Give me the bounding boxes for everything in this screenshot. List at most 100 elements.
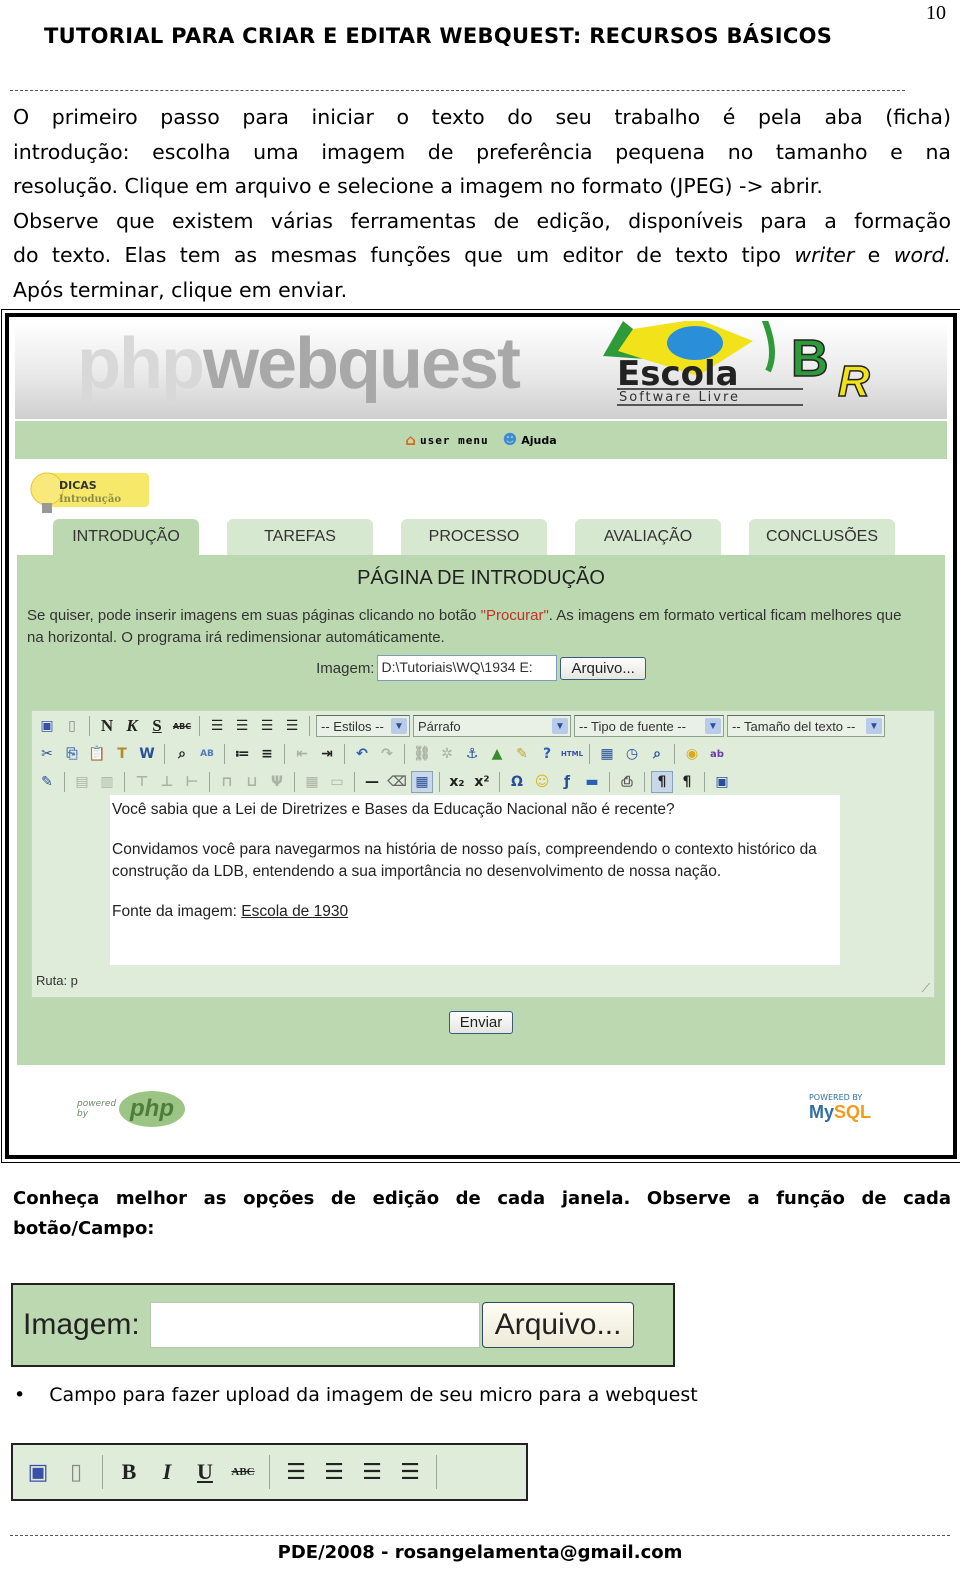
- image-path-input[interactable]: D:\Tutoriais\WQ\1934 E:: [377, 655, 558, 681]
- insert-col-after-icon[interactable]: ⊔: [241, 771, 263, 793]
- editor-content-area[interactable]: Você sabia que a Lei de Diretrizes e Bas…: [110, 795, 840, 965]
- format-select[interactable]: Párrafo ▼: [413, 715, 571, 737]
- tab-conclusoes[interactable]: CONCLUSÕES: [749, 519, 895, 555]
- tab-processo[interactable]: PROCESSO: [401, 519, 547, 555]
- intro-text: do texto. Elas tem as mesmas funções que…: [13, 243, 795, 267]
- select-value: -- Estilos --: [321, 718, 384, 734]
- ltr-icon[interactable]: ¶: [651, 771, 673, 793]
- insert-row-after-icon[interactable]: ⊥: [156, 771, 178, 793]
- image-path-input[interactable]: [149, 1302, 480, 1348]
- superscript-icon[interactable]: x²: [471, 771, 493, 793]
- paste-icon[interactable]: 📋: [86, 743, 108, 765]
- save-icon[interactable]: ▣: [23, 1457, 53, 1487]
- tips-badge[interactable]: DICAS Introdução: [29, 467, 149, 519]
- tab-tarefas[interactable]: TAREFAS: [227, 519, 373, 555]
- eraser-icon[interactable]: ⌫: [386, 771, 408, 793]
- table-edit-icon[interactable]: ✎: [36, 771, 58, 793]
- intro-panel: PÁGINA DE INTRODUÇÃO Se quiser, pode ins…: [17, 555, 945, 1065]
- split-cells-icon[interactable]: ▦: [301, 771, 323, 793]
- toolbar-separator: [436, 1455, 437, 1489]
- save-icon[interactable]: ▣: [36, 715, 58, 737]
- subscript-icon[interactable]: x₂: [446, 771, 468, 793]
- strikethrough-button[interactable]: ABC: [171, 715, 193, 737]
- copy-icon[interactable]: ⎘: [61, 743, 83, 765]
- strikethrough-button[interactable]: ABC: [228, 1457, 258, 1487]
- spellcheck-icon[interactable]: ab: [706, 743, 728, 765]
- insert-row-before-icon[interactable]: ⊤: [131, 771, 153, 793]
- outdent-icon[interactable]: ⇤: [291, 743, 313, 765]
- cleanup-icon[interactable]: ✎: [511, 743, 533, 765]
- align-right-icon[interactable]: ☰: [256, 715, 278, 737]
- horizontal-rule-icon[interactable]: —: [361, 771, 383, 793]
- footer-divider: [10, 1535, 950, 1536]
- numbered-list-icon[interactable]: ≡: [256, 743, 278, 765]
- new-document-icon[interactable]: ▯: [61, 1457, 91, 1487]
- align-left-icon[interactable]: ☰: [206, 715, 228, 737]
- delete-row-icon[interactable]: ⊢: [181, 771, 203, 793]
- bold-button[interactable]: N: [96, 715, 118, 737]
- new-document-icon[interactable]: ▯: [61, 715, 83, 737]
- rtl-icon[interactable]: ¶: [676, 771, 698, 793]
- image-icon[interactable]: ▲: [486, 743, 508, 765]
- user-menu-link[interactable]: ⌂ user menu: [405, 431, 488, 449]
- chevron-down-icon: ▼: [552, 718, 568, 734]
- cut-icon[interactable]: ✂: [36, 743, 58, 765]
- insert-col-before-icon[interactable]: ⊓: [216, 771, 238, 793]
- align-center-icon[interactable]: ☰: [319, 1457, 349, 1487]
- insert-table-icon[interactable]: ▦: [411, 771, 433, 793]
- fullscreen-icon[interactable]: ▣: [711, 771, 733, 793]
- italic-button[interactable]: I: [152, 1457, 182, 1487]
- submit-button[interactable]: Enviar: [448, 1011, 514, 1034]
- special-char-icon[interactable]: Ω: [506, 771, 528, 793]
- replace-icon[interactable]: AB: [196, 743, 218, 765]
- resize-grip-icon[interactable]: ⟋: [922, 981, 930, 996]
- help-text-part: Se quiser, pode inserir imagens em suas …: [27, 607, 481, 624]
- help-link[interactable]: ☻ Ajuda: [503, 432, 557, 448]
- html-source-icon[interactable]: HTML: [561, 743, 583, 765]
- insert-date-icon[interactable]: ▦: [596, 743, 618, 765]
- preview-icon[interactable]: ⌕: [646, 743, 668, 765]
- row-props-icon[interactable]: ▤: [71, 771, 93, 793]
- anchor-icon[interactable]: ⚓: [461, 743, 483, 765]
- file-browse-button[interactable]: Arquivo...: [481, 1302, 635, 1348]
- print-icon[interactable]: ⎙: [616, 771, 638, 793]
- underline-button[interactable]: S: [146, 715, 168, 737]
- italic-button[interactable]: K: [121, 715, 143, 737]
- font-family-select[interactable]: -- Tipo de fuente -- ▼: [574, 715, 724, 737]
- help-icon[interactable]: ?: [536, 743, 558, 765]
- redo-icon[interactable]: ↷: [376, 743, 398, 765]
- color-icon[interactable]: ◉: [681, 743, 703, 765]
- cell-props-icon[interactable]: ▥: [96, 771, 118, 793]
- paste-word-icon[interactable]: W: [136, 743, 158, 765]
- emoticon-icon[interactable]: ☺: [531, 771, 553, 793]
- bullet-icon: •: [14, 1384, 26, 1406]
- align-justify-icon[interactable]: ☰: [395, 1457, 425, 1487]
- mysql-my: My: [808, 1102, 834, 1122]
- tab-introducao[interactable]: INTRODUÇÃO: [53, 519, 199, 555]
- bullet-list-icon[interactable]: ≔: [231, 743, 253, 765]
- find-icon[interactable]: ⌕: [171, 743, 193, 765]
- image-source-link[interactable]: Escola de 1930: [241, 903, 348, 920]
- flash-icon[interactable]: ƒ: [556, 771, 578, 793]
- font-size-select[interactable]: -- Tamaño del texto -- ▼: [727, 715, 885, 737]
- align-left-icon[interactable]: ☰: [281, 1457, 311, 1487]
- indent-icon[interactable]: ⇥: [316, 743, 338, 765]
- paste-text-icon[interactable]: T: [111, 743, 133, 765]
- link-icon[interactable]: ⛓: [411, 743, 433, 765]
- media-icon[interactable]: ▬: [581, 771, 603, 793]
- underline-button[interactable]: U: [190, 1457, 220, 1487]
- styles-select[interactable]: -- Estilos -- ▼: [316, 715, 410, 737]
- file-browse-button[interactable]: Arquivo...: [560, 656, 646, 680]
- tab-avaliacao[interactable]: AVALIAÇÃO: [575, 519, 721, 555]
- merge-cells-icon[interactable]: ▭: [326, 771, 348, 793]
- bold-button[interactable]: B: [114, 1457, 144, 1487]
- align-center-icon[interactable]: ☰: [231, 715, 253, 737]
- powered-by-text: powered by: [77, 1099, 117, 1119]
- user-menu-label: user menu: [420, 433, 489, 447]
- align-justify-icon[interactable]: ☰: [281, 715, 303, 737]
- undo-icon[interactable]: ↶: [351, 743, 373, 765]
- unlink-icon[interactable]: ✲: [436, 743, 458, 765]
- insert-time-icon[interactable]: ◷: [621, 743, 643, 765]
- delete-col-icon[interactable]: Ψ: [266, 771, 288, 793]
- align-right-icon[interactable]: ☰: [357, 1457, 387, 1487]
